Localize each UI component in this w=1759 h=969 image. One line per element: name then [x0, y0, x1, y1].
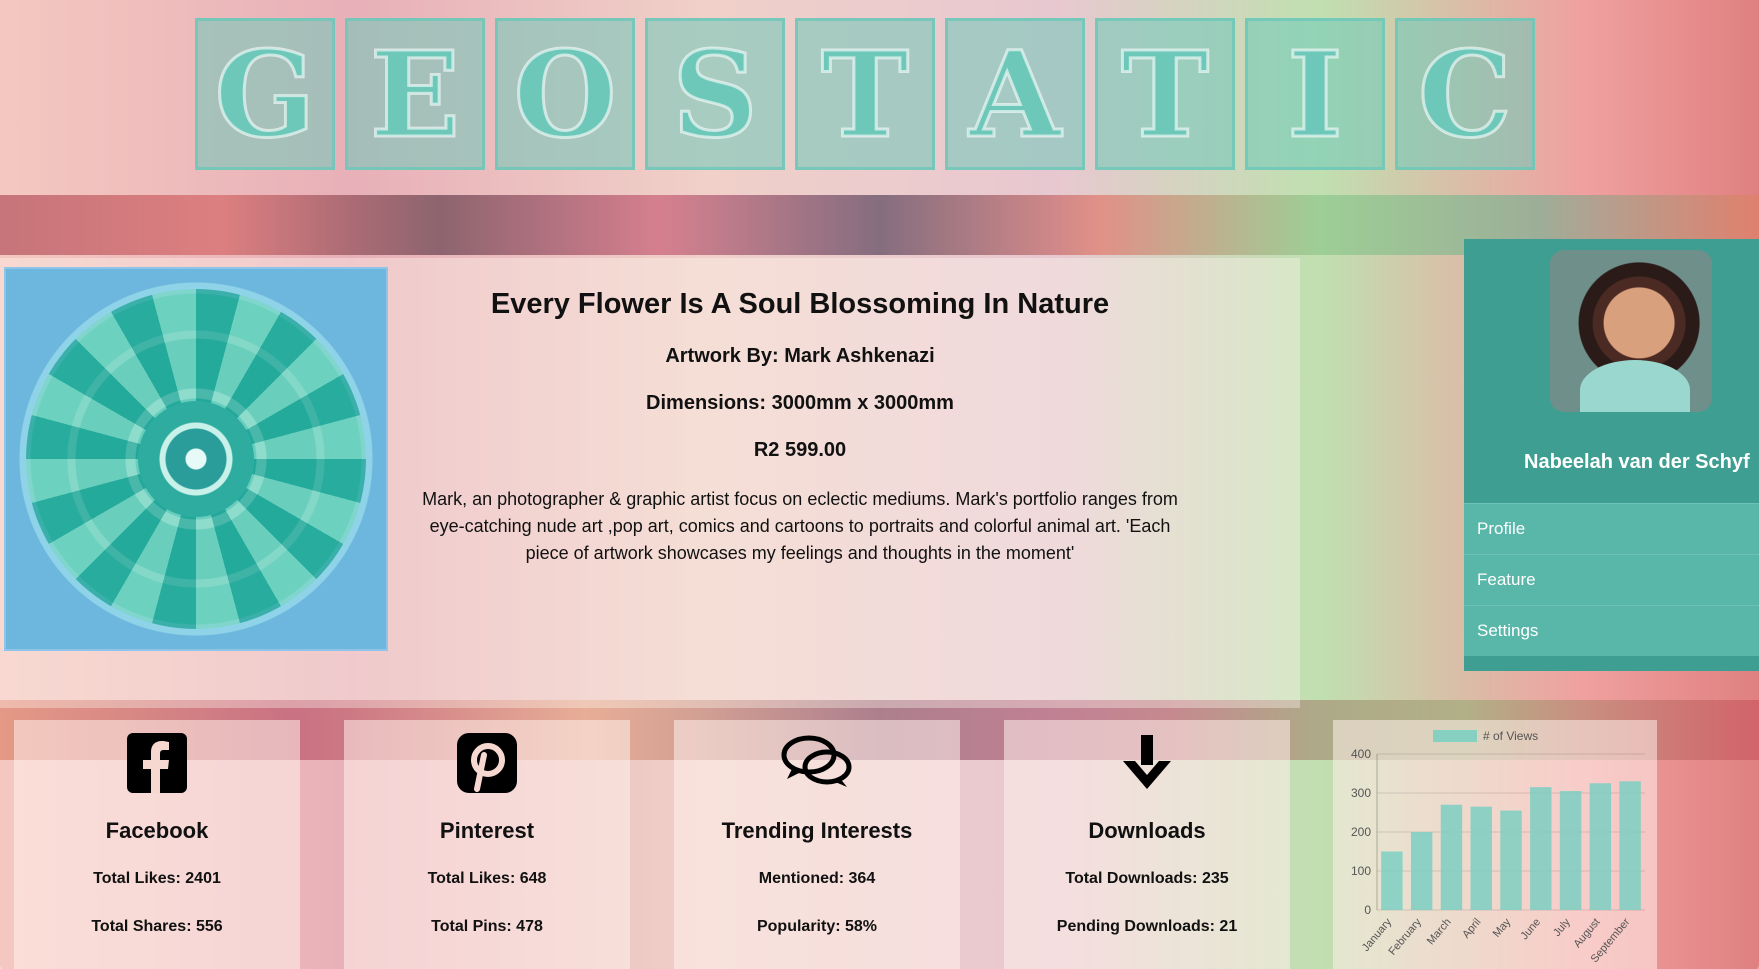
pinterest-icon[interactable]	[344, 728, 630, 798]
logo-letter: A	[945, 18, 1085, 170]
y-tick-label: 400	[1351, 747, 1371, 761]
x-tick-label: July	[1551, 916, 1573, 939]
speech-bubbles-icon[interactable]	[674, 728, 960, 798]
avatar[interactable]	[1550, 250, 1712, 412]
y-tick-label: 100	[1351, 864, 1371, 878]
y-tick-label: 200	[1351, 825, 1371, 839]
bar	[1381, 851, 1403, 910]
card-stat: Mentioned: 364	[758, 870, 876, 887]
sidebar-menu: Profile Feature Settings	[1464, 503, 1759, 656]
pinterest-card: Pinterest Total Likes: 648 Total Pins: 4…	[344, 720, 630, 969]
downloads-card: Downloads Total Downloads: 235 Pending D…	[1004, 720, 1290, 969]
sidebar-item-settings[interactable]: Settings	[1464, 605, 1759, 656]
logo-letter: S	[645, 18, 785, 170]
logo-letter: I	[1245, 18, 1385, 170]
arrow-down-icon[interactable]	[1004, 728, 1290, 798]
bar	[1470, 806, 1492, 910]
user-sidebar: Nabeelah van der Schyf Profile Feature S…	[1464, 239, 1759, 671]
artwork-description: Mark, an photographer & graphic artist f…	[422, 489, 1178, 563]
sidebar-item-feature[interactable]: Feature	[1464, 554, 1759, 605]
card-stat: Pending Downloads: 21	[1056, 918, 1238, 935]
trending-card: Trending Interests Mentioned: 364 Popula…	[674, 720, 960, 969]
x-tick-label: April	[1460, 916, 1483, 941]
logo-letter: C	[1395, 18, 1535, 170]
bar	[1619, 781, 1641, 910]
x-tick-label: March	[1425, 916, 1454, 947]
views-chart: # of Views 0 100 200 300 400 January February Ma…	[1333, 720, 1657, 969]
artwork-title: Every Flower Is A Soul Blossoming In Nat…	[490, 288, 1110, 320]
bar	[1440, 804, 1463, 910]
legend-label: # of Views	[1483, 729, 1538, 743]
card-title: Pinterest	[439, 818, 535, 843]
card-stat: Popularity: 58%	[756, 918, 878, 935]
sidebar-item-profile[interactable]: Profile	[1464, 503, 1759, 554]
views-chart-svg: # of Views0100200300400JanuaryFebruary Ma…	[1351, 729, 1645, 965]
card-stat: Total Likes: 648	[427, 870, 547, 887]
artwork-dimensions: Dimensions: 3000mm x 3000mm	[646, 392, 954, 414]
x-tick-label: May	[1491, 916, 1514, 940]
legend-swatch	[1433, 730, 1477, 742]
logo-letter: T	[795, 18, 935, 170]
facebook-card: Facebook Total Likes: 2401 Total Shares:…	[14, 720, 300, 969]
card-title: Downloads	[1088, 818, 1206, 843]
facebook-icon[interactable]	[14, 728, 300, 798]
bar	[1410, 832, 1433, 910]
card-stat: Total Pins: 478	[431, 918, 543, 935]
card-title: Trending Interests	[721, 818, 913, 843]
logo-letter: G	[195, 18, 335, 170]
logo-letter: O	[495, 18, 635, 170]
user-name: Nabeelah van der Schyf	[1524, 451, 1750, 473]
card-stat: Total Downloads: 235	[1065, 870, 1229, 887]
artwork-artist: Artwork By: Mark Ashkenazi	[665, 345, 935, 367]
x-tick-label: February	[1386, 916, 1424, 958]
artwork-image[interactable]	[4, 267, 388, 651]
bar	[1530, 787, 1552, 910]
logo-letter: T	[1095, 18, 1235, 170]
card-stat: Total Shares: 556	[91, 918, 223, 935]
bar	[1559, 791, 1582, 910]
x-tick-label: June	[1519, 916, 1544, 942]
y-tick-label: 0	[1364, 903, 1371, 917]
card-title: Facebook	[105, 818, 209, 843]
card-stat: Total Likes: 2401	[93, 870, 221, 887]
artwork-details: Every Flower Is A Soul Blossoming In Nat…	[410, 288, 1190, 567]
bar	[1500, 810, 1522, 910]
artwork-price: R2 599.00	[753, 439, 847, 461]
bar	[1589, 783, 1612, 910]
y-tick-label: 300	[1351, 786, 1371, 800]
site-logo[interactable]: G E O S T A T I C	[195, 18, 1535, 170]
mandala-center	[138, 401, 254, 517]
logo-letter: E	[345, 18, 485, 170]
